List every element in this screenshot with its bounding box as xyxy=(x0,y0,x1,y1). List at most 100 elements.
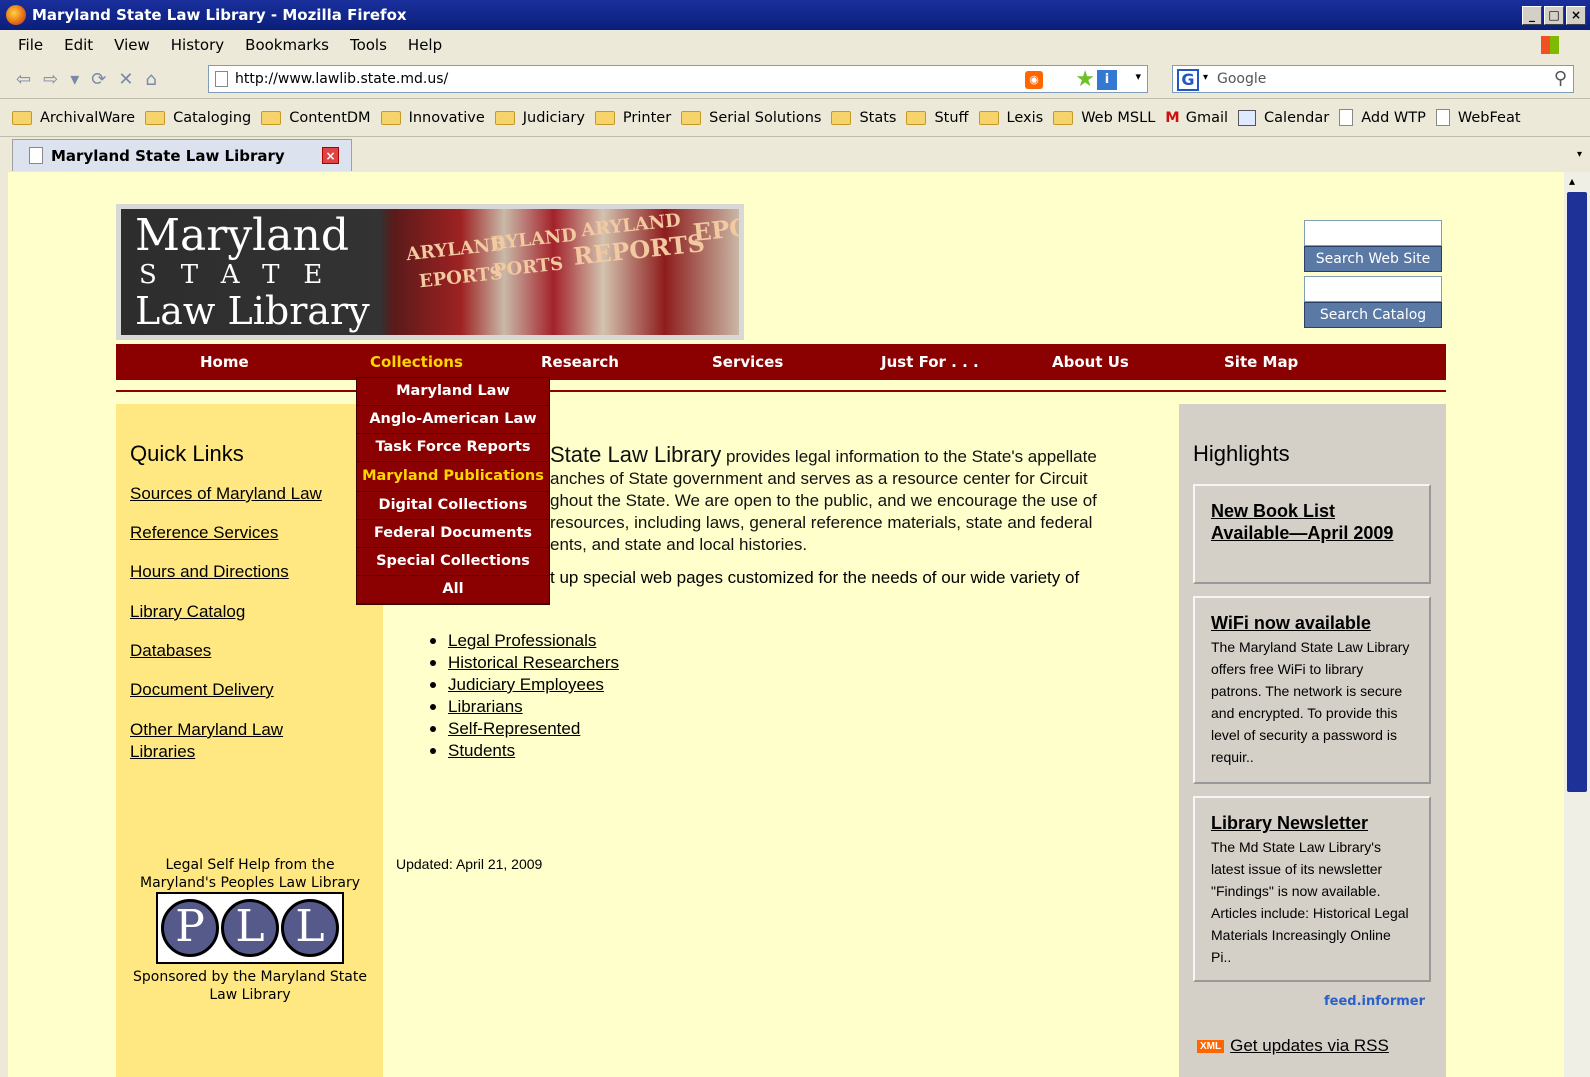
folder-icon xyxy=(494,110,515,125)
url-dropdown-icon[interactable]: ▾ xyxy=(1135,70,1141,83)
engine-dropdown-icon[interactable]: ▾ xyxy=(1203,72,1208,83)
highlight-link[interactable]: Library Newsletter xyxy=(1211,812,1413,834)
nav-research[interactable]: Research xyxy=(541,353,619,371)
audience-link[interactable]: Legal Professionals xyxy=(448,630,596,652)
menu-tools[interactable]: Tools xyxy=(350,36,387,54)
audience-link[interactable]: Librarians xyxy=(448,696,523,718)
list-item: Historical Researchers xyxy=(430,652,619,674)
close-tab-icon[interactable]: × xyxy=(322,147,339,164)
dropdown-item[interactable]: Federal Documents xyxy=(357,520,549,548)
nav-collections[interactable]: Collections xyxy=(370,353,463,371)
bookmark-star-icon[interactable]: ★ xyxy=(1075,67,1095,92)
library-logo[interactable]: Maryland STATE Law Library ARYLAND EPORT… xyxy=(116,204,744,340)
quick-link[interactable]: Other Maryland Law Libraries xyxy=(130,719,330,763)
minimize-icon[interactable]: _ xyxy=(1522,6,1542,25)
scrollbar-thumb[interactable] xyxy=(1567,192,1587,792)
browser-window: Maryland State Law Library - Mozilla Fir… xyxy=(0,0,1590,1077)
close-icon[interactable]: × xyxy=(1566,6,1586,25)
info-icon[interactable]: i xyxy=(1097,70,1117,90)
search-bar[interactable]: G ▾ Google ⚲ xyxy=(1172,65,1574,93)
home-icon[interactable]: ⌂ xyxy=(145,69,156,90)
dropdown-item[interactable]: Digital Collections xyxy=(357,492,549,520)
bookmark-add-wtp[interactable]: Add WTP xyxy=(1339,109,1426,126)
quick-link[interactable]: Reference Services xyxy=(130,523,278,543)
dropdown-item[interactable]: Anglo-American Law xyxy=(357,406,549,434)
maximize-icon[interactable]: □ xyxy=(1544,6,1564,25)
quick-link[interactable]: Library Catalog xyxy=(130,602,245,622)
catalog-search-input[interactable] xyxy=(1304,276,1442,302)
logo-line-1: Maryland xyxy=(135,210,349,261)
audience-link[interactable]: Self-Represented xyxy=(448,718,580,740)
window-title: Maryland State Law Library - Mozilla Fir… xyxy=(32,6,407,24)
stop-icon[interactable]: ✕ xyxy=(118,69,133,90)
menu-help[interactable]: Help xyxy=(408,36,442,54)
page-icon xyxy=(1339,109,1354,126)
bookmark-innovative[interactable]: Innovative xyxy=(380,110,485,126)
bookmark-lexis[interactable]: Lexis xyxy=(978,110,1043,126)
bookmark-stuff[interactable]: Stuff xyxy=(906,110,969,126)
audience-link[interactable]: Judiciary Employees xyxy=(448,674,604,696)
bookmark-gmail[interactable]: M Gmail xyxy=(1165,110,1228,126)
reload-icon[interactable]: ⟳ xyxy=(91,69,106,90)
list-item: Librarians xyxy=(430,696,619,718)
tab-maryland-state-law-library[interactable]: Maryland State Law Library × xyxy=(12,139,352,171)
forward-icon[interactable]: ⇨ xyxy=(43,69,58,90)
nav-home[interactable]: Home xyxy=(200,353,249,371)
site-search-input[interactable] xyxy=(1304,220,1442,246)
bookmark-cataloging[interactable]: Cataloging xyxy=(145,110,251,126)
tab-list-icon[interactable]: ▾ xyxy=(1577,149,1582,160)
dropdown-item[interactable]: All xyxy=(357,576,549,604)
back-icon[interactable]: ⇦ xyxy=(16,69,31,90)
bookmark-archivalware[interactable]: ArchivalWare xyxy=(12,110,135,126)
nav-site-map[interactable]: Site Map xyxy=(1224,353,1298,371)
bookmark-stats[interactable]: Stats xyxy=(831,110,896,126)
highlight-card: Library Newsletter The Md State Law Libr… xyxy=(1193,796,1431,982)
scroll-up-icon[interactable]: ▴ xyxy=(1569,174,1575,188)
dropdown-item[interactable]: Task Force Reports xyxy=(357,434,549,462)
bookmark-serial-solutions[interactable]: Serial Solutions xyxy=(681,110,821,126)
dropdown-item[interactable]: Maryland Law xyxy=(357,378,549,406)
audience-link[interactable]: Historical Researchers xyxy=(448,652,619,674)
rss-icon[interactable]: ◉ xyxy=(1025,71,1043,89)
quick-link[interactable]: Document Delivery xyxy=(130,680,274,700)
url-bar[interactable]: http://www.lawlib.state.md.us/ ◉ ★ i ▾ xyxy=(208,65,1148,93)
menu-view[interactable]: View xyxy=(114,36,150,54)
bookmark-calendar[interactable]: Calendar xyxy=(1238,109,1329,126)
search-catalog-button[interactable]: Search Catalog xyxy=(1304,302,1442,328)
bookmark-printer[interactable]: Printer xyxy=(594,109,672,126)
list-item: Students xyxy=(430,740,619,762)
bookmark-webfeat[interactable]: WebFeat xyxy=(1435,109,1521,126)
bookmark-contentdm[interactable]: ContentDM xyxy=(261,110,371,126)
bookmark-web-msll[interactable]: Web MSLL xyxy=(1053,110,1155,126)
quick-link[interactable]: Hours and Directions xyxy=(130,562,289,582)
history-icon[interactable]: ▾ xyxy=(70,69,79,90)
dropdown-item[interactable]: Special Collections xyxy=(357,548,549,576)
page-viewport: Maryland STATE Law Library ARYLAND EPORT… xyxy=(8,172,1564,1077)
intro-text: resources, including laws, general refer… xyxy=(550,513,1093,532)
search-icon[interactable]: ⚲ xyxy=(1554,68,1567,89)
vertical-scrollbar[interactable]: ▴ xyxy=(1564,172,1590,1077)
menu-file[interactable]: File xyxy=(18,36,43,54)
search-web-site-button[interactable]: Search Web Site xyxy=(1304,246,1442,272)
menu-history[interactable]: History xyxy=(171,36,224,54)
highlight-link[interactable]: New Book List Available—April 2009 xyxy=(1211,500,1413,544)
bookmark-label: Printer xyxy=(622,109,672,126)
nav-services[interactable]: Services xyxy=(712,353,783,371)
peoples-law-library-logo[interactable]: P L L xyxy=(156,892,344,964)
feed-informer-logo[interactable]: feed.informer xyxy=(1324,994,1425,1009)
nav-about-us[interactable]: About Us xyxy=(1052,353,1129,371)
google-icon[interactable]: G xyxy=(1177,69,1199,91)
highlight-link[interactable]: WiFi now available xyxy=(1211,612,1413,634)
bookmark-judiciary[interactable]: Judiciary xyxy=(494,110,585,126)
rss-link[interactable]: Get updates via RSS xyxy=(1230,1036,1389,1056)
navigation-toolbar: ⇦ ⇨ ▾ ⟳ ✕ ⌂ http://www.lawlib.state.md.u… xyxy=(0,60,1590,98)
menu-edit[interactable]: Edit xyxy=(64,36,93,54)
nav-just-for[interactable]: Just For . . . xyxy=(881,353,979,371)
quick-link[interactable]: Databases xyxy=(130,641,211,661)
audience-link[interactable]: Students xyxy=(448,740,515,762)
quick-link[interactable]: Sources of Maryland Law xyxy=(130,484,322,504)
dropdown-item-highlighted[interactable]: Maryland Publications xyxy=(357,462,549,492)
bookmarks-toolbar: ArchivalWare Cataloging ContentDM Innova… xyxy=(0,98,1590,136)
intro-text: ghout the State. We are open to the publ… xyxy=(550,491,1097,510)
menu-bookmarks[interactable]: Bookmarks xyxy=(245,36,329,54)
